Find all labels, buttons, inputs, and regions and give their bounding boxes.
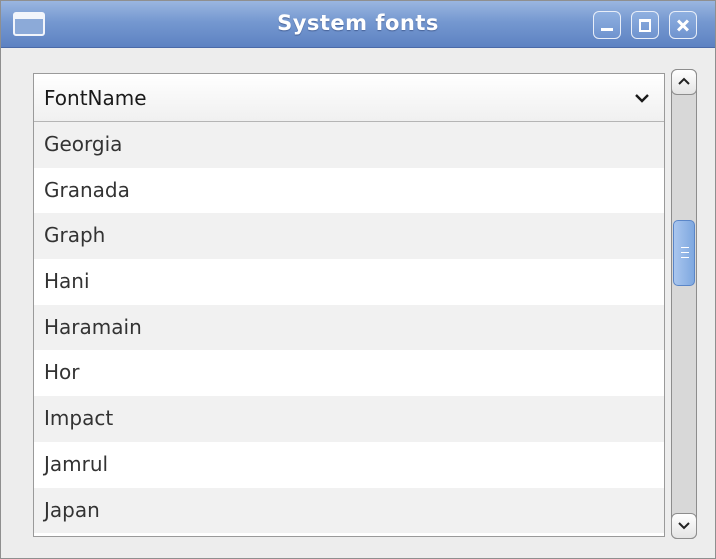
list-item[interactable]: Jamrul bbox=[34, 442, 664, 488]
vertical-scrollbar[interactable] bbox=[671, 69, 697, 539]
grip-icon bbox=[681, 247, 689, 259]
list-item[interactable]: Japan bbox=[34, 487, 664, 534]
chevron-down-icon bbox=[635, 94, 649, 103]
chevron-down-icon bbox=[678, 522, 690, 530]
maximize-button[interactable] bbox=[631, 11, 659, 39]
column-header-label: FontName bbox=[44, 86, 147, 110]
close-icon bbox=[670, 12, 696, 38]
scroll-thumb[interactable] bbox=[673, 220, 695, 286]
maximize-icon bbox=[632, 12, 658, 38]
list-item[interactable]: Georgia bbox=[34, 122, 664, 168]
close-button[interactable] bbox=[669, 11, 697, 39]
minimize-icon bbox=[594, 12, 620, 38]
chevron-up-icon bbox=[678, 77, 690, 85]
list-item[interactable]: Granada bbox=[34, 168, 664, 214]
scroll-up-button[interactable] bbox=[671, 69, 697, 95]
title-bar[interactable]: System fonts bbox=[1, 1, 715, 48]
system-fonts-window: System fonts FontName Georgia Granada Gr… bbox=[0, 0, 716, 559]
minimize-button[interactable] bbox=[593, 11, 621, 39]
column-header-fontname[interactable]: FontName bbox=[34, 74, 664, 122]
list-item[interactable]: Graph bbox=[34, 213, 664, 260]
font-list[interactable]: FontName Georgia Granada Graph Hani Hara… bbox=[33, 73, 665, 537]
scroll-down-button[interactable] bbox=[671, 513, 697, 539]
list-item[interactable]: Hani bbox=[34, 259, 664, 305]
list-item[interactable]: Impact bbox=[34, 396, 664, 442]
list-item[interactable]: Hor bbox=[34, 350, 664, 396]
font-rows: Georgia Granada Graph Hani Haramain Hor … bbox=[34, 122, 664, 534]
list-item[interactable]: Haramain bbox=[34, 304, 664, 351]
